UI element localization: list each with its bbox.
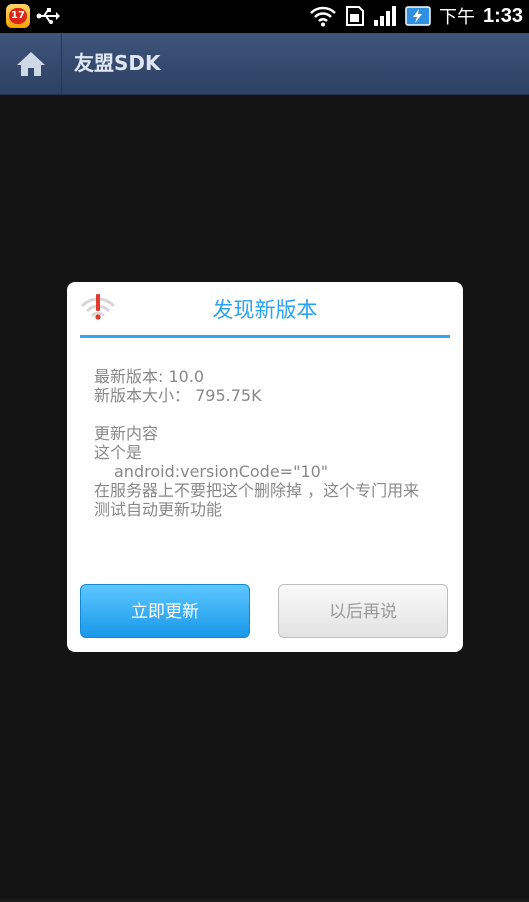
status-bar-left: 17 [6,4,60,28]
changelog-header: 更新内容 [94,424,159,443]
usb-icon [36,8,60,24]
battery-charging-icon [405,6,431,26]
dialog-divider [80,335,450,338]
status-ampm: 下午 [438,7,475,28]
home-button[interactable] [0,33,62,94]
home-icon [16,51,45,76]
signal-strength-icon [373,6,396,26]
changelog-line: android:versionCode="10" [114,462,329,481]
update-dialog: 发现新版本 最新版本: 10.0 新版本大小： 795.75K 更新内容 这个是… [67,282,463,652]
update-now-button[interactable]: 立即更新 [80,584,250,638]
notification-app-icon: 17 [6,4,30,28]
dialog-message: 最新版本: 10.0 新版本大小： 795.75K 更新内容 这个是 andro… [94,367,454,519]
app-title: 友盟SDK [74,51,161,75]
sim-card-icon [345,6,364,26]
package-size-text: 新版本大小： 795.75K [94,386,262,405]
wifi-icon [310,6,336,27]
changelog-line: 在服务器上不要把这个删除掉 ，这个专门用来 [94,481,420,500]
latest-version-text: 最新版本: 10.0 [94,367,205,386]
dialog-title: 发现新版本 [212,298,318,322]
notification-count-badge: 17 [9,8,27,24]
changelog-line: 这个是 [94,443,143,462]
action-bar: 友盟SDK [0,33,529,95]
later-button[interactable]: 以后再说 [278,584,448,638]
status-time: 1:33 [482,4,523,27]
status-bar: 17 下午 1:33 [0,0,529,33]
changelog-line: 测试自动更新功能 [94,500,223,519]
status-bar-right: 下午 1:33 [309,3,523,29]
